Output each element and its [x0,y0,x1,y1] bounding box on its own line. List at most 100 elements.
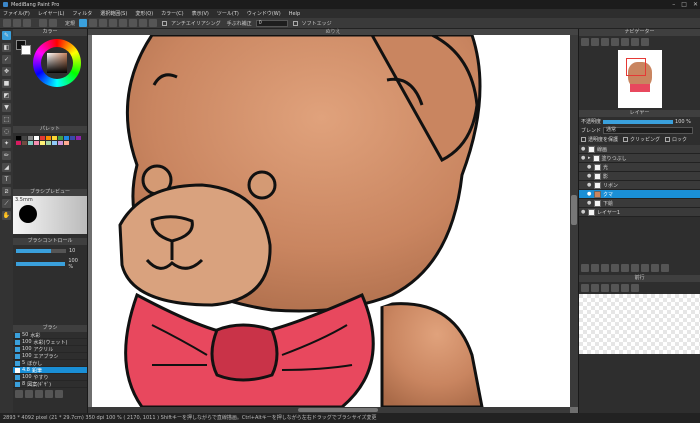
secondary-color[interactable] [21,45,31,55]
tone-icon[interactable] [591,284,599,292]
menu-filter[interactable]: フィルタ [72,10,92,17]
add-brush-icon[interactable] [15,390,23,398]
layer-opacity-slider[interactable] [603,119,674,124]
brush-item[interactable]: 8 図案(ｷﾞｻﾞ) [13,381,87,388]
protect-alpha-checkbox[interactable] [581,137,586,142]
eye-icon[interactable]: ● [587,173,592,179]
copy-brush-icon[interactable] [25,390,33,398]
gradient-icon[interactable]: ◩ [2,91,11,100]
palette-swatch[interactable] [64,141,69,145]
palette-swatch[interactable] [70,136,75,140]
layer-item[interactable]: ● レイヤー1 [579,208,700,217]
lasso-icon[interactable]: ◌ [2,127,11,136]
brush-settings-icon[interactable] [45,390,53,398]
vertical-scrollbar[interactable] [570,35,578,407]
duplicate-layer-icon[interactable] [611,264,619,272]
ruler-concentric-icon[interactable] [119,19,128,27]
layer-up-icon[interactable] [631,264,639,272]
ruler-curve-icon[interactable] [99,19,108,27]
new-layer-icon[interactable] [581,264,589,272]
redo-icon[interactable] [49,19,57,27]
correction-select[interactable]: 0 [255,19,288,27]
layer-item[interactable]: ● リボン [579,181,700,190]
eyedropper-icon[interactable]: ⟋ [2,199,11,208]
palette-swatch[interactable] [52,136,57,140]
palette-swatch[interactable] [40,141,45,145]
palette-swatch[interactable] [34,136,39,140]
ruler-perspective-icon[interactable] [139,19,148,27]
close-button[interactable]: ✕ [693,0,698,9]
palette-swatch[interactable] [46,136,51,140]
menu-select[interactable]: 選択範囲(S) [100,10,127,17]
palette-swatch[interactable] [58,136,63,140]
eye-icon[interactable]: ● [587,191,592,197]
open-icon[interactable] [13,19,21,27]
eye-icon[interactable]: ● [581,155,586,161]
brush-folder-icon[interactable] [35,390,43,398]
layer-down-icon[interactable] [641,264,649,272]
navigator-viewport[interactable] [625,58,646,76]
soft-edge-checkbox[interactable] [292,20,298,26]
menu-transform[interactable]: 変形(Q) [135,10,153,17]
horizontal-scroll-thumb[interactable] [298,408,378,412]
brush-item[interactable]: 4.8 鉛筆 [13,367,87,374]
image-icon[interactable] [611,284,619,292]
eye-icon[interactable]: ● [581,209,586,215]
antialias-checkbox[interactable] [162,20,168,26]
palette-swatch[interactable] [22,136,27,140]
layer-item[interactable]: ● 影 [579,172,700,181]
dot-icon[interactable]: ✓ [2,55,11,64]
menu-layer[interactable]: レイヤー(L) [38,10,65,17]
maximize-button[interactable]: □ [681,0,687,9]
palette-swatch[interactable] [40,136,45,140]
layer-settings-icon[interactable] [651,264,659,272]
fit-icon[interactable] [601,38,609,46]
move-icon[interactable]: ✥ [2,67,11,76]
palette-swatch[interactable] [22,141,27,145]
palette-swatch[interactable] [46,141,51,145]
menu-view[interactable]: 表示(V) [192,10,209,17]
ruler-line-icon[interactable] [89,19,98,27]
hand-icon[interactable]: ✋ [2,211,11,220]
merge-down-icon[interactable] [621,264,629,272]
select-icon[interactable]: ⬚ [2,115,11,124]
new-halftone-layer-icon[interactable] [591,264,599,272]
palette-swatch[interactable] [16,136,21,140]
palette-swatch[interactable] [76,136,81,140]
color-square[interactable] [47,53,67,73]
menu-tool[interactable]: ツール(T) [217,10,239,17]
palette-swatch[interactable] [58,141,63,145]
layer-item[interactable]: ● ▸ 塗りつぶし [579,154,700,163]
brush-opacity-slider[interactable] [16,262,66,266]
material-icon[interactable] [581,284,589,292]
brush-item[interactable]: 5 ぼかし [13,360,87,367]
palette-swatch[interactable] [16,141,21,145]
fill-bucket-icon[interactable]: ▼ [2,103,11,112]
layer-item[interactable]: ● クマ [579,190,700,199]
delete-layer-icon[interactable] [661,264,669,272]
lock-checkbox[interactable] [665,137,671,142]
eraser-icon[interactable]: ◧ [2,43,11,52]
eye-icon[interactable]: ● [581,146,586,152]
clipping-checkbox[interactable] [623,137,629,142]
export-icon[interactable] [631,284,639,292]
minimize-button[interactable]: – [672,0,675,9]
menu-help[interactable]: Help [289,11,300,17]
ruler-off-icon[interactable] [79,19,88,27]
divide-icon[interactable]: ⧄ [2,187,11,196]
ruler-radial-icon[interactable] [129,19,138,27]
brush-item[interactable]: 100 エアブラシ [13,353,87,360]
grid-icon[interactable] [149,19,158,27]
fill-icon[interactable]: ■ [2,79,11,88]
menu-color[interactable]: カラー(C) [161,10,183,17]
menu-window[interactable]: ウィンドウ(W) [247,10,281,17]
eye-icon[interactable]: ● [587,182,592,188]
layer-blend-select[interactable]: 通常 [603,127,694,134]
palette-swatch[interactable] [34,141,39,145]
palette-swatch[interactable] [28,136,33,140]
pattern-icon[interactable] [601,284,609,292]
text-icon[interactable]: T [2,175,11,184]
select-eraser-icon[interactable]: ◢ [2,163,11,172]
vertical-scroll-thumb[interactable] [571,195,577,225]
select-pen-icon[interactable]: ✏ [2,151,11,160]
